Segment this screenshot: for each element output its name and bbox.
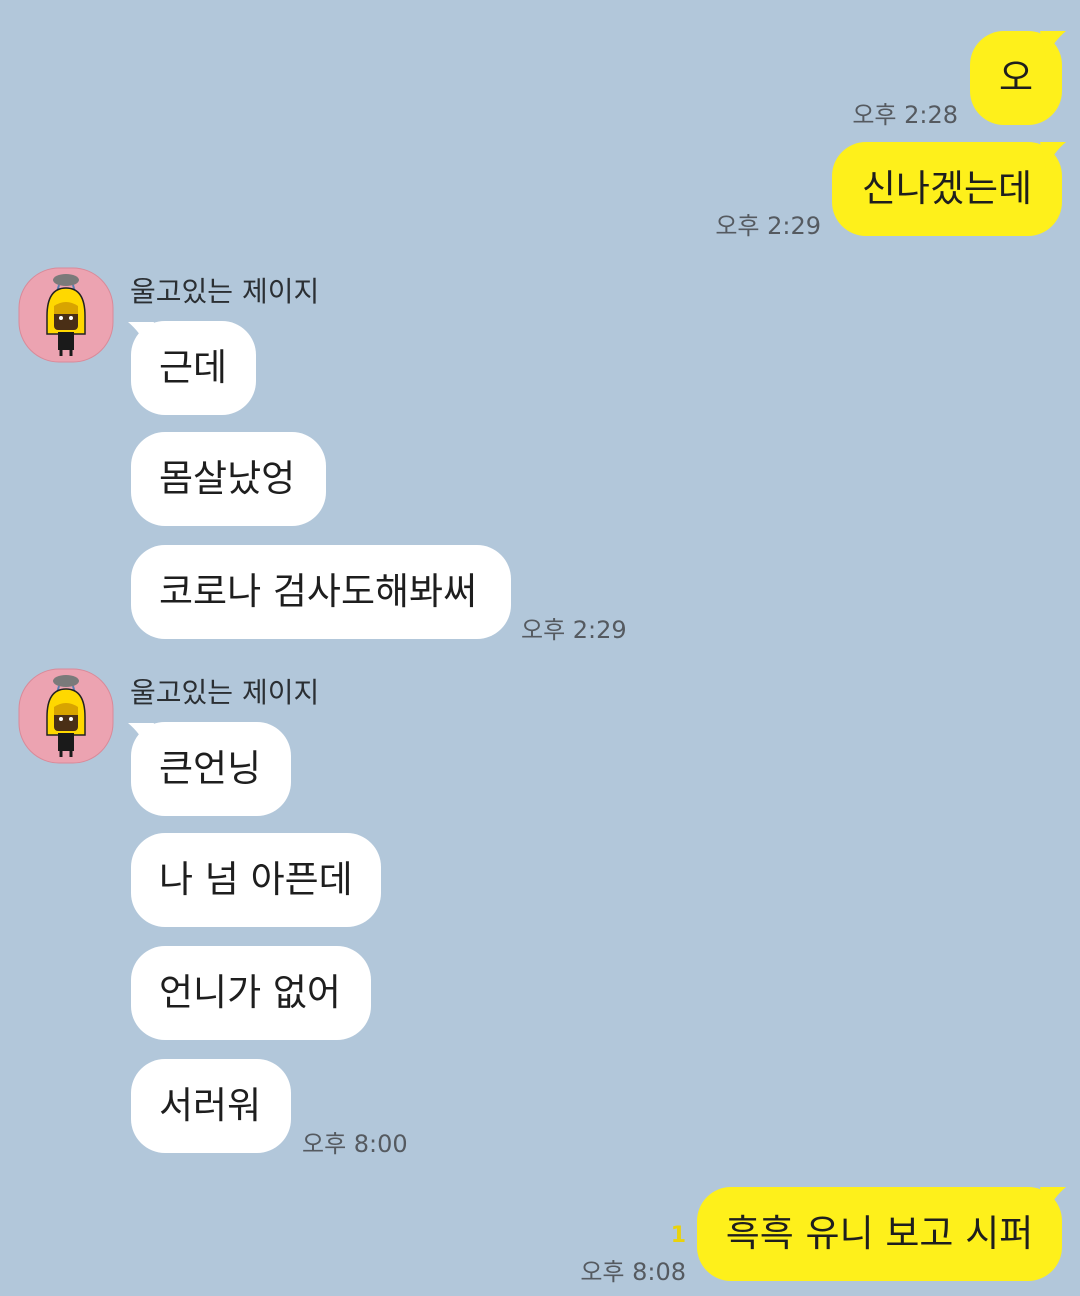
message-text: 신나겠는데	[861, 167, 1033, 210]
crying-jay-g-avatar-icon[interactable]	[17, 667, 115, 765]
message-text: 나 넘 아픈데	[159, 858, 353, 901]
bubble-tail	[1040, 1187, 1066, 1213]
message-timestamp: 오후 2:29	[521, 616, 627, 644]
crying-jay-g-avatar-icon[interactable]	[17, 266, 115, 364]
message-timestamp: 오후 2:29	[715, 212, 821, 240]
their-message-bubble[interactable]: 몸살났엉	[131, 432, 326, 526]
message-timestamp: 오후 8:00	[302, 1130, 408, 1158]
chat-room[interactable]: 오후 2:28 오 오후 2:29 신나겠는데 울고있는 제이지 근데 몸살났엉…	[0, 0, 1080, 1296]
unread-count: 1	[670, 1223, 686, 1248]
message-text: 서러워	[159, 1084, 262, 1127]
bubble-tail	[1040, 142, 1066, 168]
message-text: 오	[998, 56, 1034, 99]
bubble-tail	[1040, 31, 1066, 57]
their-message-bubble[interactable]: 언니가 없어	[131, 946, 371, 1040]
their-message-bubble[interactable]: 나 넘 아픈데	[131, 833, 381, 927]
their-message-bubble[interactable]: 근데	[131, 321, 256, 415]
message-timestamp: 오후 2:28	[852, 101, 958, 129]
their-message-bubble[interactable]: 큰언닝	[131, 722, 291, 816]
message-text: 흑흑 유니 보고 시퍼	[725, 1212, 1034, 1255]
their-message-bubble[interactable]: 서러워	[131, 1059, 291, 1153]
their-message-bubble[interactable]: 코로나 검사도해봐써	[131, 545, 511, 639]
my-message-bubble[interactable]: 신나겠는데	[832, 142, 1062, 236]
message-text: 큰언닝	[159, 747, 262, 790]
sender-name: 울고있는 제이지	[130, 676, 320, 709]
message-timestamp: 오후 8:08	[580, 1258, 686, 1286]
sender-name: 울고있는 제이지	[130, 275, 320, 308]
my-message-bubble[interactable]: 흑흑 유니 보고 시퍼	[697, 1187, 1062, 1281]
message-text: 몸살났엉	[159, 457, 296, 500]
message-text: 근데	[159, 346, 228, 389]
message-text: 코로나 검사도해봐써	[159, 570, 478, 613]
message-text: 언니가 없어	[159, 971, 341, 1014]
